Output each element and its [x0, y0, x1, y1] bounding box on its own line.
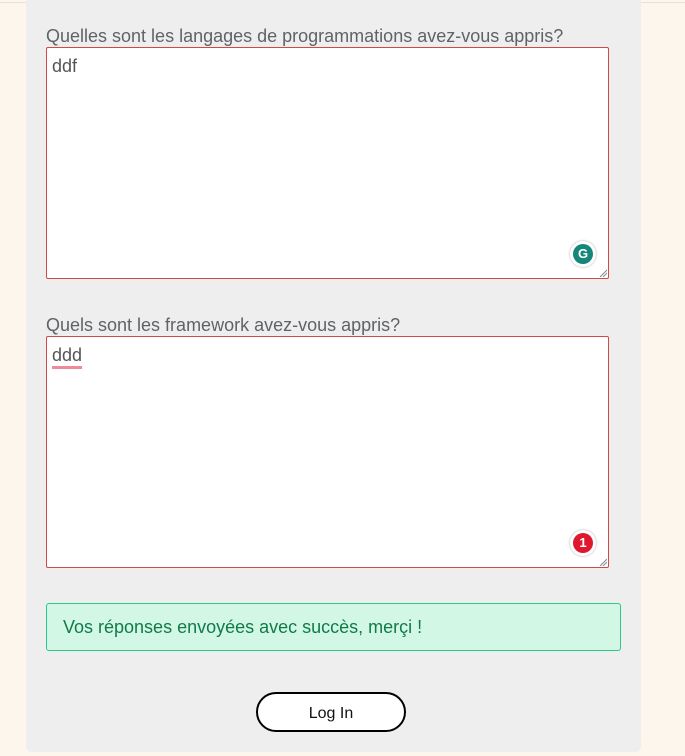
- answer-languages-text: ddf: [52, 56, 78, 76]
- grammarly-logo-circle: G: [573, 244, 593, 264]
- login-button[interactable]: Log In: [256, 692, 406, 732]
- grammarly-alert-count: 1: [579, 535, 587, 550]
- resize-handle-icon[interactable]: [599, 269, 607, 277]
- resize-handle-icon[interactable]: [599, 558, 607, 566]
- grammarly-icon[interactable]: G: [570, 241, 596, 267]
- grammarly-alert-circle: 1: [573, 533, 593, 553]
- grammarly-g-glyph: G: [577, 246, 589, 261]
- grammarly-alert-icon[interactable]: 1: [570, 530, 596, 556]
- answer-frameworks-text: ddd: [52, 345, 83, 365]
- answer-frameworks-textarea[interactable]: ddd 1: [46, 336, 609, 568]
- success-alert: Vos réponses envoyées avec succès, merçi…: [46, 603, 621, 651]
- question-frameworks-label: Quels sont les framework avez-vous appri…: [46, 315, 401, 335]
- answer-languages-textarea[interactable]: ddf G: [46, 47, 609, 279]
- success-message: Vos réponses envoyées avec succès, merçi…: [63, 617, 423, 637]
- question-languages-label: Quelles sont les langages de programmati…: [46, 26, 564, 46]
